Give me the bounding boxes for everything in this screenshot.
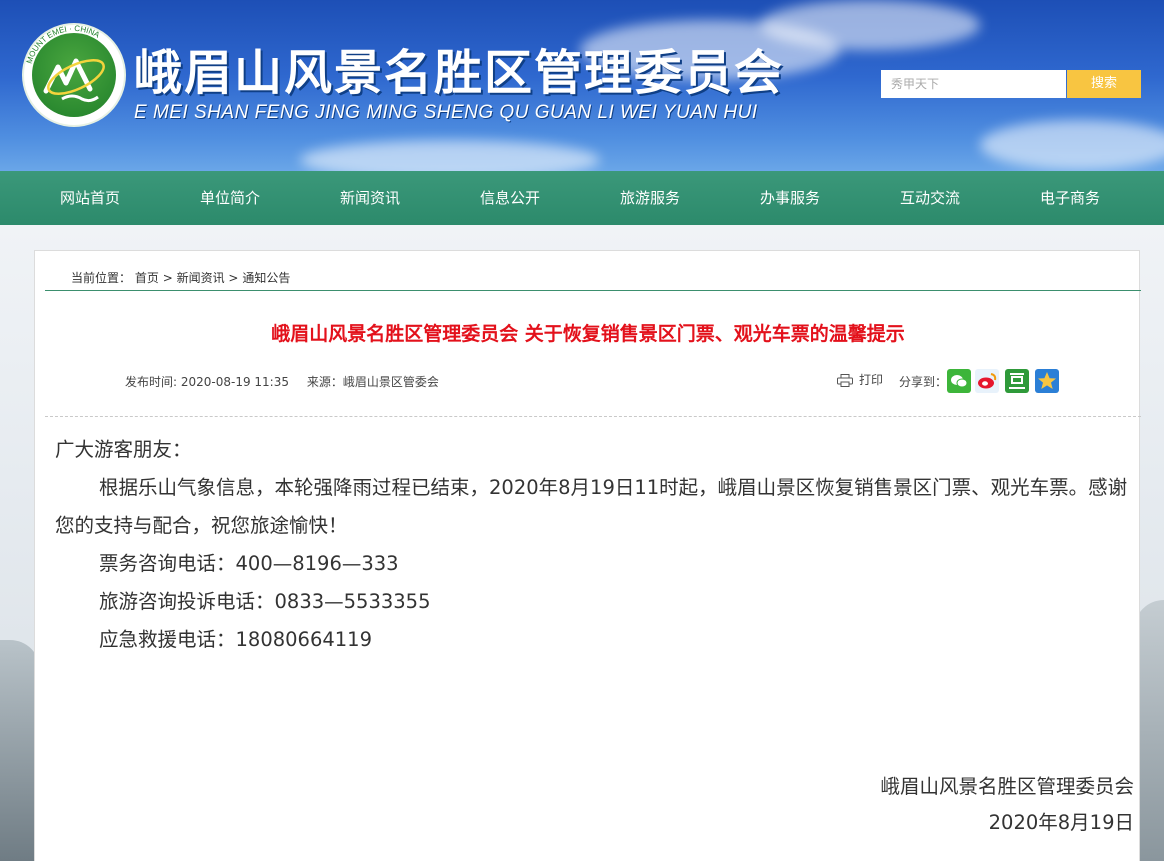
logo[interactable]: MOUNT EMEI · CHINA xyxy=(24,25,124,125)
breadcrumb-news[interactable]: 新闻资讯 xyxy=(177,271,225,285)
nav-item-interaction[interactable]: 互动交流 xyxy=(870,171,990,225)
greeting: 广大游客朋友： xyxy=(55,438,192,461)
article-body: 广大游客朋友： 根据乐山气象信息，本轮强降雨过程已结束，2020年8月19日11… xyxy=(55,431,1140,659)
breadcrumb-notice[interactable]: 通知公告 xyxy=(242,271,290,285)
print-button[interactable]: 打印 xyxy=(837,371,883,388)
rescue-phone: 应急救援电话：18080664119 xyxy=(99,628,372,651)
signature-block: 峨眉山风景名胜区管理委员会 2020年8月19日 xyxy=(880,769,1134,841)
breadcrumb-separator: > xyxy=(162,271,173,285)
publish-time: 发布时间: 2020-08-19 11:35 xyxy=(125,375,289,389)
wechat-icon[interactable] xyxy=(947,369,971,393)
signature: 峨眉山风景名胜区管理委员会 xyxy=(880,775,1134,798)
print-label: 打印 xyxy=(859,373,884,387)
site-title: 峨眉山风景名胜区管理委员会 xyxy=(134,45,785,101)
site-subtitle: E MEI SHAN FENG JING MING SHENG QU GUAN … xyxy=(134,102,758,123)
complaint-phone: 旅游咨询投诉电话：0833—5533355 xyxy=(99,590,431,613)
nav-item-services[interactable]: 办事服务 xyxy=(730,171,850,225)
article-meta: 发布时间: 2020-08-19 11:35 来源：峨眉山景区管委会 xyxy=(125,373,453,390)
printer-icon xyxy=(837,374,853,387)
douban-icon[interactable] xyxy=(1005,369,1029,393)
breadcrumb: 当前位置： 首页 > 新闻资讯 > 通知公告 xyxy=(71,269,290,286)
nav-item-info-disclosure[interactable]: 信息公开 xyxy=(450,171,570,225)
article-title: 峨眉山风景名胜区管理委员会 关于恢复销售景区门票、观光车票的温馨提示 xyxy=(271,323,905,345)
breadcrumb-home[interactable]: 首页 xyxy=(135,271,159,285)
divider xyxy=(45,416,1141,417)
ticket-phone: 票务咨询电话：400—8196—333 xyxy=(99,552,399,575)
weibo-icon[interactable] xyxy=(975,369,999,393)
breadcrumb-separator: > xyxy=(228,271,239,285)
nav-item-ecommerce[interactable]: 电子商务 xyxy=(1010,171,1130,225)
share-label: 分享到： xyxy=(899,375,948,389)
nav-item-news[interactable]: 新闻资讯 xyxy=(310,171,430,225)
nav-item-tourism[interactable]: 旅游服务 xyxy=(590,171,710,225)
content-panel: 当前位置： 首页 > 新闻资讯 > 通知公告 峨眉山风景名胜区管理委员会 关于恢… xyxy=(34,250,1141,861)
breadcrumb-label: 当前位置： xyxy=(71,271,132,285)
search-input[interactable] xyxy=(881,70,1066,98)
search-button[interactable]: 搜索 xyxy=(1067,70,1141,98)
paragraph: 根据乐山气象信息，本轮强降雨过程已结束，2020年8月19日11时起，峨眉山景区… xyxy=(55,476,1128,537)
nav-item-home[interactable]: 网站首页 xyxy=(30,171,150,225)
signature-date: 2020年8月19日 xyxy=(988,811,1134,834)
main-nav: 网站首页 单位简介 新闻资讯 信息公开 旅游服务 办事服务 互动交流 电子商务 xyxy=(0,171,1164,225)
site-header: MOUNT EMEI · CHINA 峨眉山风景名胜区管理委员会 E MEI S… xyxy=(0,0,1164,171)
logo-ring-text: MOUNT EMEI · CHINA xyxy=(25,25,102,65)
divider xyxy=(45,290,1141,291)
nav-item-about[interactable]: 单位简介 xyxy=(170,171,290,225)
svg-text:MOUNT EMEI · CHINA: MOUNT EMEI · CHINA xyxy=(25,25,102,65)
article-source: 来源：峨眉山景区管委会 xyxy=(306,375,439,389)
qzone-icon[interactable] xyxy=(1035,369,1059,393)
